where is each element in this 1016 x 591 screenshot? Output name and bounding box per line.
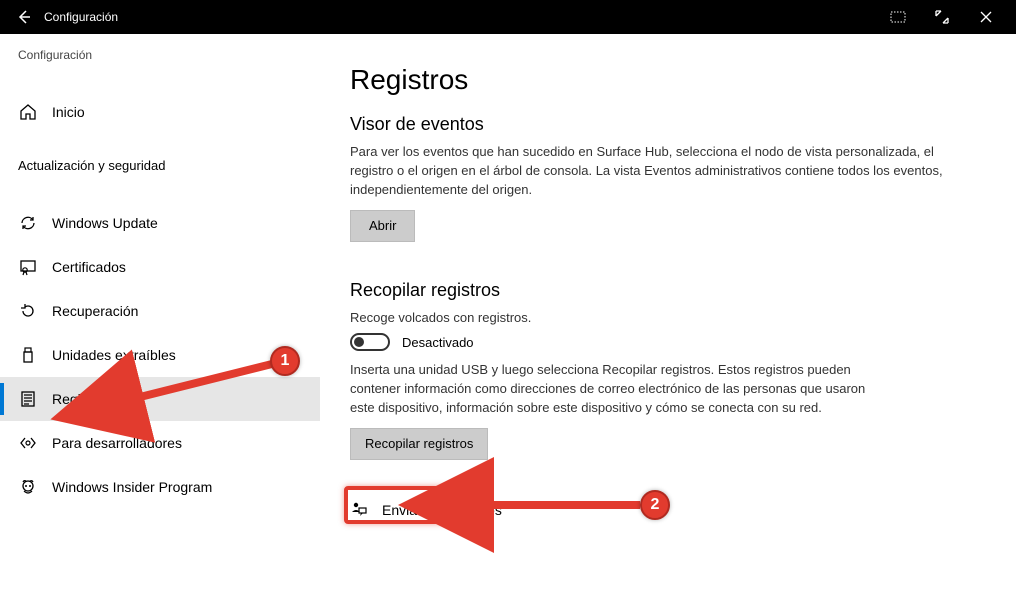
certificate-icon	[18, 257, 38, 277]
sidebar-item-insider[interactable]: Windows Insider Program	[0, 465, 320, 509]
sidebar-item-label: Unidades extraíbles	[52, 347, 176, 363]
dumps-toggle[interactable]	[350, 333, 390, 351]
titlebar: Configuración	[0, 0, 1016, 34]
collect-toggle-row: Desactivado	[350, 333, 986, 351]
back-arrow-icon	[16, 9, 32, 25]
page-title: Registros	[350, 64, 986, 96]
insider-icon	[18, 477, 38, 497]
close-button[interactable]	[964, 0, 1008, 34]
sidebar-section-label: Actualización y seguridad	[0, 134, 320, 181]
maximize-button[interactable]	[920, 0, 964, 34]
feedback-label: Enviar comentarios	[382, 502, 502, 518]
feedback-link[interactable]: Enviar comentarios	[350, 500, 986, 521]
recovery-icon	[18, 301, 38, 321]
logs-icon	[18, 389, 38, 409]
sidebar-item-removable-drives[interactable]: Unidades extraíbles	[0, 333, 320, 377]
hub-icon	[890, 11, 906, 23]
breadcrumb: Configuración	[0, 48, 320, 70]
sidebar-item-label: Para desarrolladores	[52, 435, 182, 451]
window-title: Configuración	[44, 10, 118, 24]
hub-icon-button[interactable]	[876, 0, 920, 34]
sidebar-item-label: Registros	[52, 391, 111, 407]
content: Configuración Inicio Actualización y seg…	[0, 34, 1016, 591]
home-icon	[18, 102, 38, 122]
sidebar-item-home[interactable]: Inicio	[0, 90, 320, 134]
event-viewer-heading: Visor de eventos	[350, 114, 986, 135]
dumps-toggle-state: Desactivado	[402, 335, 474, 350]
maximize-icon	[935, 10, 949, 24]
sidebar-item-recovery[interactable]: Recuperación	[0, 289, 320, 333]
feedback-icon	[350, 500, 368, 521]
sync-icon	[18, 213, 38, 233]
sidebar-item-label: Windows Update	[52, 215, 158, 231]
main-content: Registros Visor de eventos Para ver los …	[320, 34, 1016, 591]
close-icon	[980, 11, 992, 23]
sidebar-item-label: Certificados	[52, 259, 126, 275]
collect-logs-heading: Recopilar registros	[350, 280, 986, 301]
sidebar-item-logs[interactable]: Registros	[0, 377, 320, 421]
sidebar-item-label: Windows Insider Program	[52, 479, 212, 495]
collect-description: Inserta una unidad USB y luego seleccion…	[350, 361, 870, 418]
back-button[interactable]	[8, 0, 40, 34]
sidebar-item-label: Inicio	[52, 104, 85, 120]
usb-icon	[18, 345, 38, 365]
sidebar-item-label: Recuperación	[52, 303, 138, 319]
sidebar: Configuración Inicio Actualización y seg…	[0, 34, 320, 591]
sidebar-item-windows-update[interactable]: Windows Update	[0, 201, 320, 245]
sidebar-item-developers[interactable]: Para desarrolladores	[0, 421, 320, 465]
sidebar-item-certificates[interactable]: Certificados	[0, 245, 320, 289]
collect-toggle-caption: Recoge volcados con registros.	[350, 309, 970, 328]
event-viewer-description: Para ver los eventos que han sucedido en…	[350, 143, 970, 200]
collect-logs-button[interactable]: Recopilar registros	[350, 428, 488, 460]
open-button[interactable]: Abrir	[350, 210, 415, 242]
developers-icon	[18, 433, 38, 453]
